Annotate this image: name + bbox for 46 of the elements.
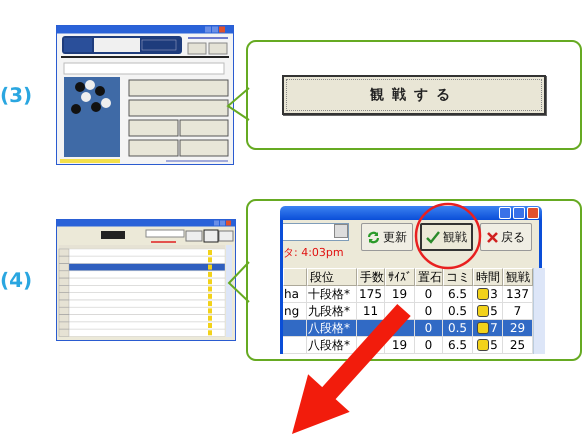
table-cell: 175	[357, 286, 385, 303]
close-button[interactable]	[527, 207, 539, 219]
table-cell: 6.5	[443, 286, 473, 303]
table-cell: 0	[415, 320, 443, 337]
column-header: 観戦	[503, 268, 533, 286]
back-button[interactable]: 戻る	[480, 223, 532, 251]
panda-icon	[477, 322, 490, 334]
column-header: 置石	[415, 268, 443, 286]
check-icon	[426, 230, 440, 244]
empty-table-cell	[283, 337, 307, 354]
column-header: 段位	[307, 268, 357, 286]
table-cell: 0	[415, 337, 443, 354]
table-cell: 3	[473, 286, 503, 303]
watch-game-button[interactable]: 観戦する	[282, 75, 546, 115]
table-cell: 19	[385, 286, 415, 303]
refresh-icon	[367, 230, 380, 244]
step-number: (3)	[0, 83, 34, 107]
maximize-button[interactable]	[513, 207, 525, 219]
table-cell: 十段格*	[307, 286, 357, 303]
table-cell: 29	[503, 320, 533, 337]
table-cell: 0.5	[443, 320, 473, 337]
table-cell: 0	[415, 286, 443, 303]
panda-icon	[477, 288, 490, 300]
column-header: ｻｲｽﾞ	[385, 268, 415, 286]
column-header: 手数	[357, 268, 385, 286]
panda-icon	[477, 339, 490, 351]
step-number: (4)	[0, 268, 34, 292]
data-time-label: タ: 4:03pm	[283, 245, 345, 260]
scroll-bar[interactable]	[533, 268, 545, 354]
dropdown-caret-icon	[334, 224, 348, 238]
minimize-button[interactable]	[499, 207, 511, 219]
refresh-button[interactable]: 更新	[361, 223, 413, 251]
table-cell: 5	[473, 337, 503, 354]
player-name-cell: ha	[283, 286, 307, 303]
column-header: 時間	[473, 268, 503, 286]
highlight-circle	[414, 202, 482, 270]
column-header: コミ	[443, 268, 473, 286]
table-cell: 25	[503, 337, 533, 354]
table-cell: 八段格*	[307, 320, 357, 337]
close-icon	[487, 232, 498, 242]
panda-icon	[477, 305, 490, 317]
watch-button[interactable]: 観戦	[420, 223, 473, 251]
table-cell: 6.5	[443, 337, 473, 354]
filter-dropdown[interactable]	[283, 223, 349, 241]
table-cell: 137	[503, 286, 533, 303]
table-cell: 7	[473, 320, 503, 337]
